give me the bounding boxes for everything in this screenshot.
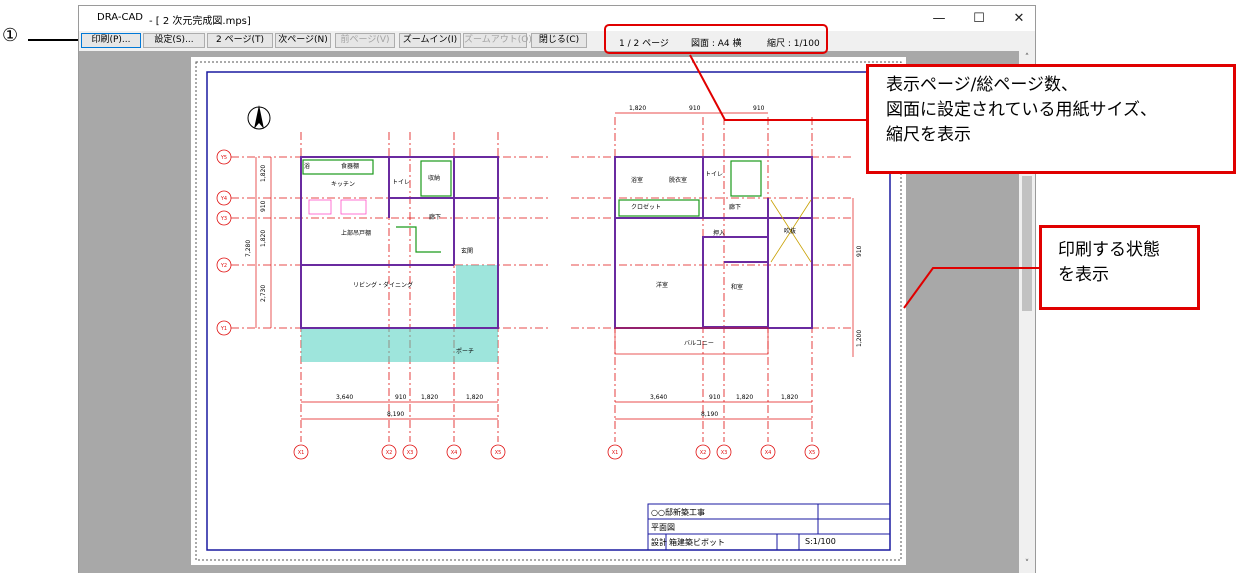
- callout-page-info-line-1: 表示ページ/総ページ数、: [886, 75, 1079, 95]
- callout-print-state: 印刷する状態 を表示: [1039, 225, 1200, 310]
- callout-print-state-line-2: を表示: [1058, 265, 1109, 285]
- callout-page-info-line-3: 縮尺を表示: [886, 125, 971, 145]
- callout-print-state-line-1: 印刷する状態: [1058, 240, 1160, 260]
- callout-page-info-line-2: 図面に設定されている用紙サイズ、: [886, 100, 1157, 120]
- callout-page-info: 表示ページ/総ページ数、 図面に設定されている用紙サイズ、 縮尺を表示: [866, 64, 1236, 174]
